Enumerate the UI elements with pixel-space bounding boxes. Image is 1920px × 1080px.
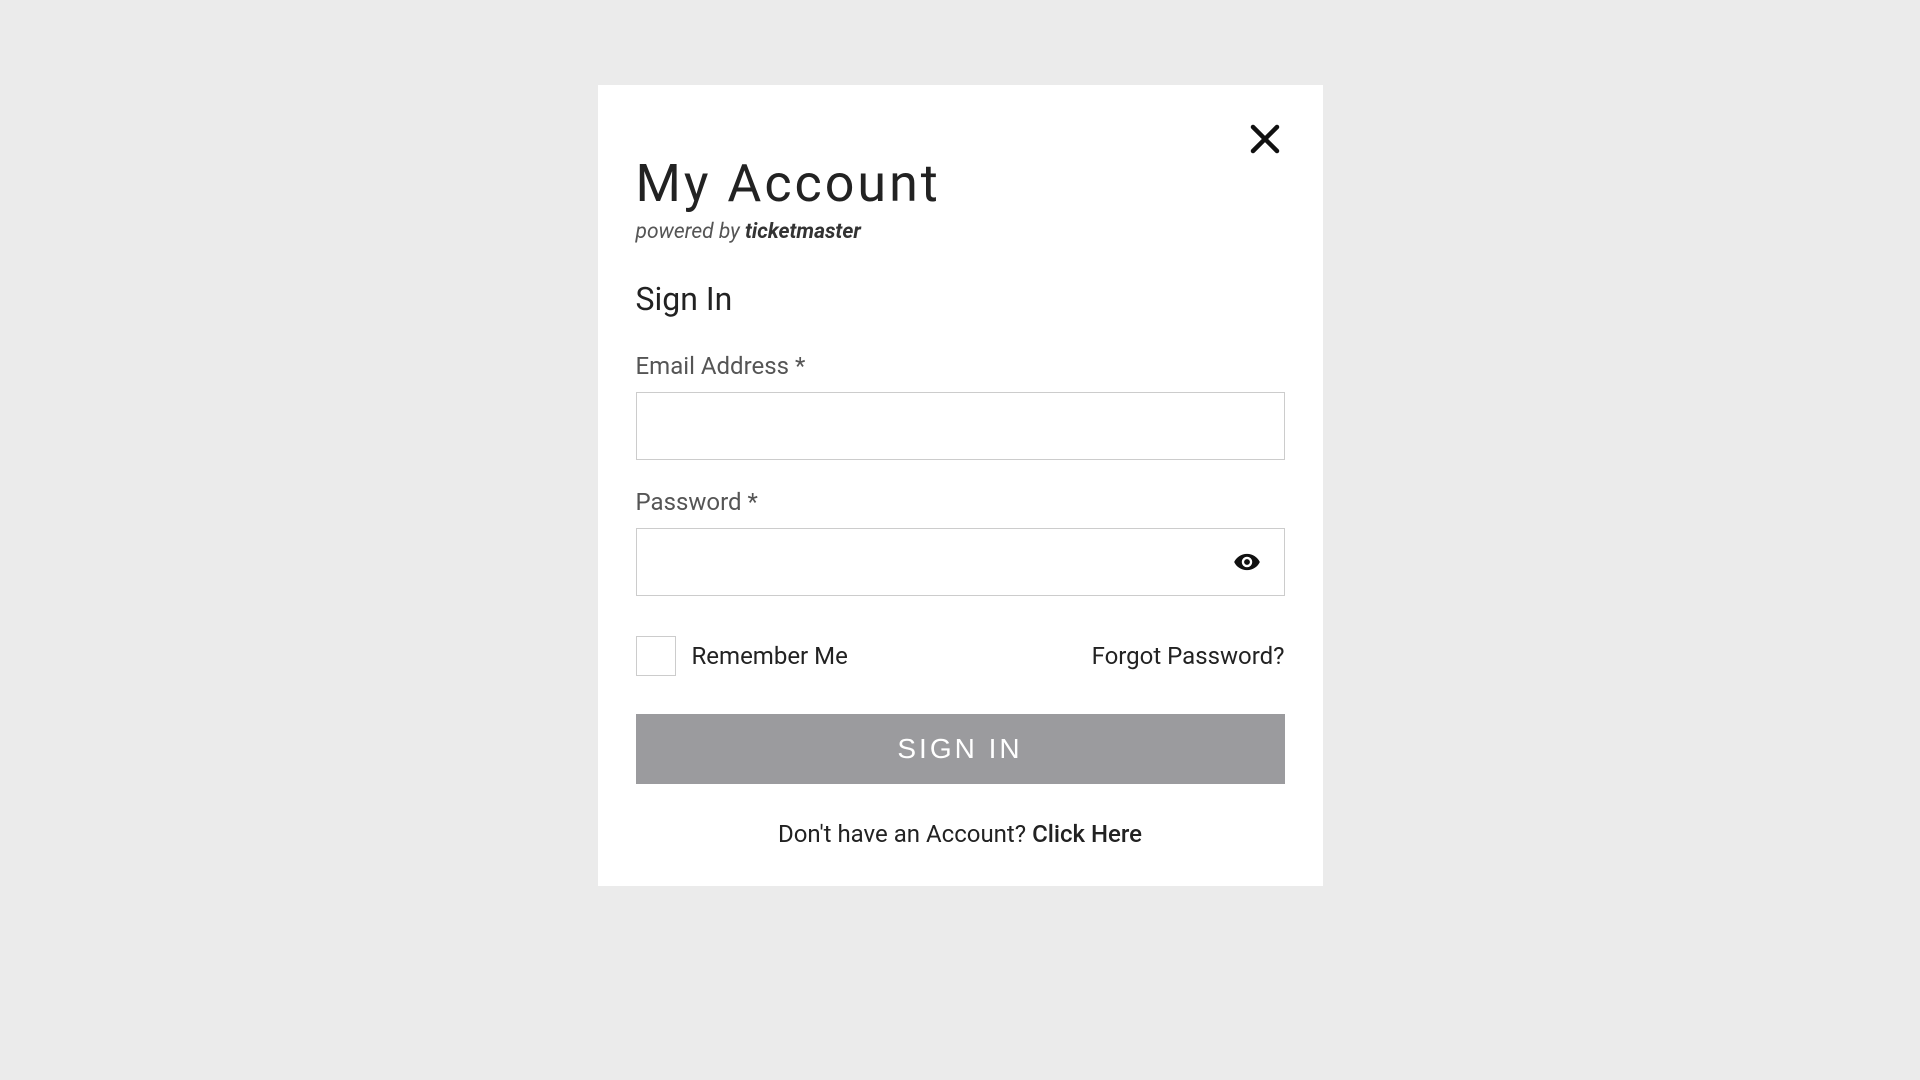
password-field-group: Password * <box>636 488 1285 596</box>
remember-me-group: Remember Me <box>636 636 848 676</box>
signup-prompt-text: Don't have an Account? <box>778 820 1032 848</box>
email-label: Email Address * <box>636 352 1285 380</box>
powered-prefix: powered by <box>636 220 745 244</box>
toggle-password-visibility-button[interactable] <box>1227 542 1267 582</box>
close-button[interactable] <box>1239 113 1291 165</box>
close-icon <box>1247 121 1283 157</box>
powered-brand: ticketmaster <box>745 220 861 244</box>
password-label: Password * <box>636 488 1285 516</box>
remember-me-label: Remember Me <box>692 642 848 670</box>
password-input[interactable] <box>636 528 1285 596</box>
options-row: Remember Me Forgot Password? <box>636 636 1285 676</box>
eye-icon <box>1233 548 1261 576</box>
signin-modal: My Account powered by ticketmaster Sign … <box>598 85 1323 886</box>
powered-by-text: powered by ticketmaster <box>636 220 1285 244</box>
email-field-group: Email Address * <box>636 352 1285 460</box>
email-input[interactable] <box>636 392 1285 460</box>
modal-title: My Account <box>636 153 1285 214</box>
forgot-password-link[interactable]: Forgot Password? <box>1092 642 1285 670</box>
remember-me-checkbox[interactable] <box>636 636 676 676</box>
signup-link[interactable]: Click Here <box>1032 820 1142 848</box>
signup-prompt: Don't have an Account? Click Here <box>636 820 1285 848</box>
signin-button[interactable]: SIGN IN <box>636 714 1285 784</box>
signin-heading: Sign In <box>636 280 1285 318</box>
